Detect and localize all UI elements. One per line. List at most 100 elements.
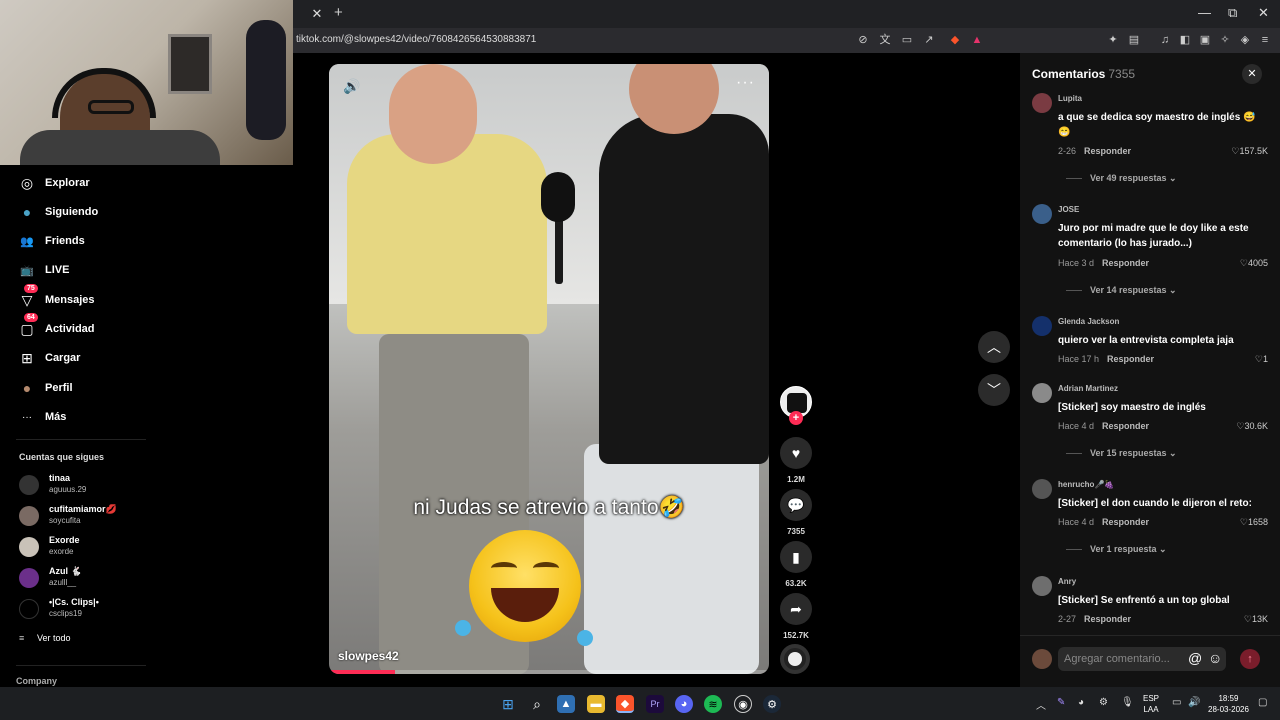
comment-action[interactable]: 💬 7355: [780, 489, 812, 536]
tray-mic-icon[interactable]: 🎙: [1121, 697, 1134, 708]
share-arrow-icon[interactable]: ➦: [780, 593, 812, 625]
sidebar-toggle-icon[interactable]: ◧: [1178, 33, 1192, 47]
discord-icon[interactable]: ◕: [675, 695, 693, 713]
sidebar-item-cargar[interactable]: ⊞ Cargar: [18, 347, 80, 369]
tray-overflow-icon[interactable]: ︿: [1036, 697, 1046, 712]
vpn-icon[interactable]: ◈: [1238, 33, 1252, 47]
comment-username[interactable]: Anry: [1058, 577, 1076, 586]
send-comment-button[interactable]: ↑: [1240, 649, 1260, 669]
media-icon[interactable]: ♫: [1158, 33, 1172, 47]
windows-start-icon[interactable]: ⊞: [499, 695, 517, 713]
file-explorer-icon[interactable]: ▬: [587, 695, 605, 713]
reader-icon[interactable]: ▤: [1127, 33, 1141, 47]
steam-icon[interactable]: ⚙: [763, 695, 781, 713]
obs-icon[interactable]: ◉: [734, 695, 752, 713]
view-replies-button[interactable]: Ver 49 respuestas ⌄: [1066, 173, 1177, 184]
following-account[interactable]: tinaa aguuus.29: [19, 471, 159, 499]
sidebar-item-mas[interactable]: ··· Más: [18, 406, 66, 428]
avatar[interactable]: [1032, 383, 1052, 403]
save-action[interactable]: ▮ 63.2K: [780, 541, 812, 588]
screenshot-icon[interactable]: ▭: [900, 33, 914, 47]
comment-like-button[interactable]: ♡30.6K: [1236, 421, 1268, 432]
see-all-button[interactable]: ≡ Ver todo: [19, 633, 71, 643]
share-icon[interactable]: ↗: [922, 33, 936, 47]
sidebar-item-friends[interactable]: 👥 Friends: [18, 230, 85, 252]
comment-username[interactable]: JOSE: [1058, 205, 1079, 214]
view-replies-button[interactable]: Ver 1 respuesta ⌄: [1066, 544, 1167, 555]
emoji-picker-icon[interactable]: ☺: [1208, 650, 1222, 666]
restore-button[interactable]: ⧉: [1228, 5, 1237, 21]
no-tracking-icon[interactable]: ⊘: [856, 33, 870, 47]
reply-button[interactable]: Responder: [1102, 421, 1149, 431]
extensions-icon[interactable]: ✦: [1106, 33, 1120, 47]
volume-tray-icon[interactable]: 🔊: [1188, 697, 1200, 708]
close-window-button[interactable]: ✕: [1258, 5, 1269, 21]
reply-button[interactable]: Responder: [1102, 258, 1149, 268]
video-author[interactable]: slowpes42: [338, 649, 399, 663]
comment-like-button[interactable]: ♡1: [1255, 354, 1268, 365]
mention-at-icon[interactable]: @: [1188, 650, 1202, 666]
brave-shield-icon[interactable]: ◆: [948, 33, 962, 47]
spotify-icon[interactable]: ≋: [704, 695, 722, 713]
share-action[interactable]: ➦ 152.7K: [780, 593, 812, 640]
view-replies-button[interactable]: Ver 15 respuestas ⌄: [1066, 448, 1177, 459]
comment-like-button[interactable]: ♡1658: [1240, 517, 1268, 528]
following-account[interactable]: cufitamiamor💋 soycufita: [19, 502, 159, 530]
video-more-icon[interactable]: ···: [736, 74, 755, 92]
system-clock[interactable]: 18:59 28-03-2026: [1208, 693, 1249, 715]
video-progress-bar[interactable]: [329, 670, 769, 674]
comment-like-button[interactable]: ♡4005: [1240, 258, 1268, 269]
minimize-button[interactable]: —: [1198, 5, 1211, 20]
volume-icon[interactable]: 🔊: [343, 78, 360, 95]
view-replies-button[interactable]: Ver 14 respuestas ⌄: [1066, 285, 1177, 296]
leo-ai-icon[interactable]: ✧: [1218, 33, 1232, 47]
reply-button[interactable]: Responder: [1084, 146, 1131, 156]
following-account[interactable]: •|Cs. Clips|• csclips19: [19, 595, 159, 623]
wallet-icon[interactable]: ▣: [1198, 33, 1212, 47]
comment-username[interactable]: henrucho🎤🍇: [1058, 480, 1114, 489]
comment-like-button[interactable]: ♡13K: [1244, 614, 1268, 625]
sidebar-item-perfil[interactable]: ● Perfil: [18, 377, 73, 399]
follow-plus-button[interactable]: +: [789, 411, 803, 425]
language-indicator[interactable]: ESP LAA: [1143, 693, 1159, 715]
comment-like-button[interactable]: ♡157.5K: [1231, 146, 1268, 157]
close-icon[interactable]: ✕: [1242, 64, 1262, 84]
video-player[interactable]: 🔊 ··· ni Judas se atrevio a tanto🤣 slowp…: [329, 64, 769, 674]
previous-video-button[interactable]: ︿: [978, 331, 1010, 363]
new-tab-button[interactable]: +: [334, 4, 343, 21]
following-account[interactable]: Exorde exorde: [19, 533, 159, 561]
avatar[interactable]: [1032, 316, 1052, 336]
sidebar-item-siguiendo[interactable]: ● Siguiendo: [18, 201, 98, 223]
comment-username[interactable]: Glenda Jackson: [1058, 317, 1119, 326]
sidebar-item-explorar[interactable]: ◎ Explorar: [18, 172, 90, 194]
following-account[interactable]: Azul 🐇 azulll__: [19, 564, 159, 592]
tray-steam-icon[interactable]: ⚙: [1099, 697, 1108, 708]
reply-button[interactable]: Responder: [1084, 614, 1131, 624]
like-action[interactable]: ♥ 1.2M: [780, 437, 812, 484]
tray-discord-icon[interactable]: ◕: [1078, 697, 1084, 708]
music-disc-icon[interactable]: [780, 644, 810, 674]
comment-username[interactable]: Adrian Martinez: [1058, 384, 1118, 393]
sidebar-item-actividad[interactable]: ▢ 64 Actividad: [18, 313, 95, 340]
avatar[interactable]: [1032, 204, 1052, 224]
reply-button[interactable]: Responder: [1107, 354, 1154, 364]
sidebar-item-live[interactable]: 📺 LIVE: [18, 259, 69, 281]
premiere-pro-icon[interactable]: Pr: [646, 695, 664, 713]
url-field[interactable]: tiktok.com/@slowpes42/video/760842656453…: [296, 34, 536, 45]
avatar[interactable]: [1032, 93, 1052, 113]
company-link[interactable]: Company: [16, 676, 57, 686]
avatar[interactable]: [1032, 479, 1052, 499]
comment-bubble-icon[interactable]: 💬: [780, 489, 812, 521]
translate-icon[interactable]: 文: [878, 33, 892, 47]
brave-rewards-icon[interactable]: ▲: [970, 33, 984, 47]
search-icon[interactable]: ⌕: [528, 695, 546, 713]
sidebar-item-mensajes[interactable]: ▽ 75 Mensajes: [18, 284, 95, 311]
tab-close-button[interactable]: ✕: [308, 5, 326, 23]
avatar[interactable]: [1032, 576, 1052, 596]
tray-app-icon[interactable]: ✎: [1057, 697, 1065, 708]
brave-browser-icon[interactable]: ◆: [616, 695, 634, 713]
network-icon[interactable]: ▭: [1172, 697, 1181, 708]
comment-username[interactable]: Lupita: [1058, 94, 1082, 103]
notifications-icon[interactable]: ▢: [1258, 697, 1267, 708]
heart-icon[interactable]: ♥: [780, 437, 812, 469]
